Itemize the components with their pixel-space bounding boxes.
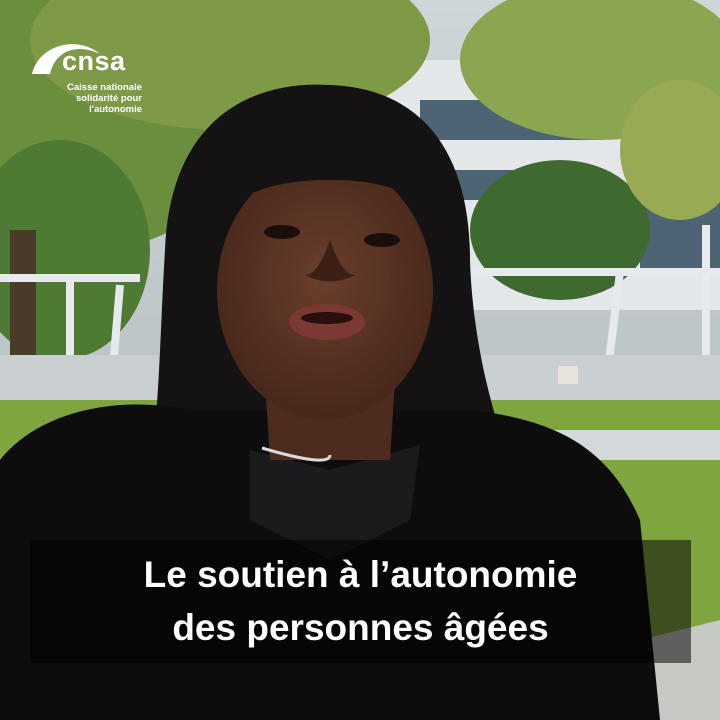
logo-name: cnsa: [62, 46, 126, 76]
subtitle-line-2: des personnes âgées: [172, 607, 549, 648]
distant-person: [558, 366, 578, 384]
logo-tagline-line2: solidarité pour l'autonomie: [76, 93, 142, 115]
left-eye: [264, 225, 300, 239]
subtitle-line-1: Le soutien à l’autonomie: [143, 554, 578, 595]
logo-tagline: Caisse nationale solidarité pour l'auton…: [30, 82, 142, 115]
right-eye: [364, 233, 400, 247]
face: [217, 160, 433, 420]
logo-tagline-line1: Caisse nationale: [67, 82, 142, 93]
subtitle-caption: Le soutien à l’autonomie des personnes â…: [30, 548, 691, 654]
